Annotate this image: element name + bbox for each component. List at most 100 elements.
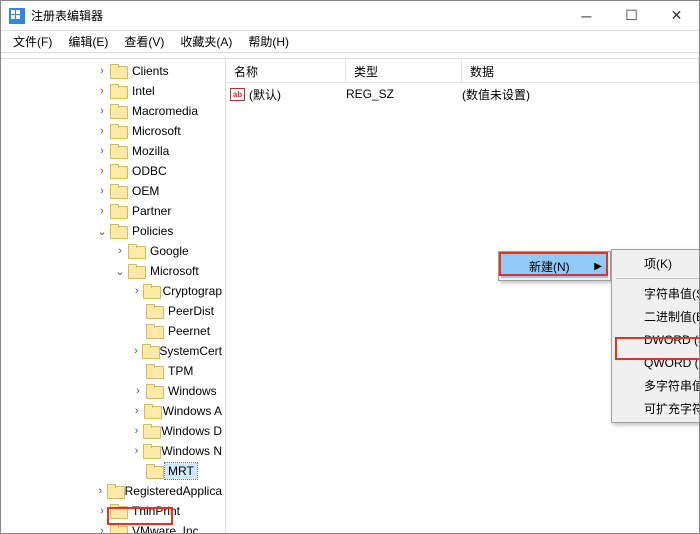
tree-node-windows-d[interactable]: › Windows D — [1, 421, 225, 441]
tree-node-peernet[interactable]: Peernet — [1, 321, 225, 341]
expand-toggle[interactable]: › — [131, 425, 142, 437]
submenu-arrow-icon: ▶ — [594, 261, 602, 272]
menuitem-key[interactable]: 项(K) — [614, 252, 699, 275]
expand-toggle[interactable]: › — [131, 385, 145, 397]
menu-favorites[interactable]: 收藏夹(A) — [174, 31, 238, 52]
folder-icon — [146, 305, 162, 318]
expand-toggle[interactable]: › — [95, 205, 109, 217]
titlebar[interactable]: 注册表编辑器 ─ ☐ ✕ — [1, 1, 699, 31]
tree-label: Peernet — [165, 323, 213, 339]
menuitem-binary[interactable]: 二进制值(B) — [614, 305, 699, 328]
expand-toggle[interactable]: ⌄ — [113, 265, 127, 278]
expand-toggle[interactable]: › — [95, 505, 109, 517]
menuitem-dword[interactable]: DWORD (32 位)值(D) — [614, 328, 699, 351]
folder-icon — [110, 165, 126, 178]
menuitem-new[interactable]: 新建(N)▶ — [501, 254, 608, 278]
menu-file[interactable]: 文件(F) — [7, 31, 58, 52]
expand-toggle[interactable]: › — [95, 165, 109, 177]
tree-node-odbc[interactable]: › ODBC — [1, 161, 225, 181]
tree-node-google[interactable]: ›Google — [1, 241, 225, 261]
tree-node-mrt[interactable]: MRT — [1, 461, 225, 481]
tree-node-peerdist[interactable]: PeerDist — [1, 301, 225, 321]
tree-label: ThinPrint — [129, 503, 183, 519]
context-menu-new: 项(K) 字符串值(S) 二进制值(B) DWORD (32 位)值(D) QW… — [611, 249, 699, 423]
folder-icon — [110, 125, 126, 138]
list-panel[interactable]: 名称 类型 数据 ab(默认) REG_SZ (数值未设置) 新建(N)▶ 项(… — [226, 59, 699, 533]
folder-icon — [110, 85, 126, 98]
close-button[interactable]: ✕ — [654, 1, 699, 30]
folder-icon — [143, 285, 156, 298]
tree-node-partner[interactable]: ›Partner — [1, 201, 225, 221]
menuitem-string[interactable]: 字符串值(S) — [614, 282, 699, 305]
expand-toggle[interactable]: › — [95, 525, 109, 533]
expand-toggle[interactable]: › — [113, 245, 127, 257]
tree-label: Microsoft — [147, 263, 202, 279]
tree-node-policies[interactable]: ⌄ Policies — [1, 221, 225, 241]
tree-node-windows-a[interactable]: ›Windows A — [1, 401, 225, 421]
expand-toggle[interactable]: › — [95, 125, 109, 137]
tree-label: Intel — [129, 83, 158, 99]
menu-separator — [616, 278, 699, 279]
app-icon — [9, 8, 25, 24]
menuitem-qword[interactable]: QWORD (64 位)值(Q) — [614, 351, 699, 374]
value-row-default[interactable]: ab(默认) REG_SZ (数值未设置) — [226, 83, 699, 105]
folder-icon — [146, 365, 162, 378]
menu-help[interactable]: 帮助(H) — [242, 31, 295, 52]
col-name[interactable]: 名称 — [226, 59, 346, 82]
folder-icon — [110, 205, 126, 218]
tree-label: MRT — [165, 463, 197, 479]
folder-icon — [143, 445, 155, 458]
folder-icon — [146, 385, 162, 398]
folder-icon — [128, 265, 144, 278]
tree-node-mozilla[interactable]: ›Mozilla — [1, 141, 225, 161]
col-type[interactable]: 类型 — [346, 59, 462, 82]
tree-node-microsoft[interactable]: ⌄ Microsoft — [1, 261, 225, 281]
tree-node-cryptograp[interactable]: ›Cryptograp — [1, 281, 225, 301]
expand-toggle[interactable]: › — [95, 65, 109, 77]
tree-node-clients[interactable]: ›Clients — [1, 61, 225, 81]
menu-view[interactable]: 查看(V) — [118, 31, 170, 52]
expand-toggle[interactable]: › — [95, 85, 109, 97]
folder-icon — [146, 325, 162, 338]
expand-toggle[interactable]: › — [131, 445, 142, 457]
tree-node-macromedia[interactable]: › Macromedia — [1, 101, 225, 121]
expand-toggle[interactable]: › — [95, 105, 109, 117]
tree-node-microsoft[interactable]: › Microsoft — [1, 121, 225, 141]
tree-node-windows[interactable]: ›Windows — [1, 381, 225, 401]
tree-label: OEM — [129, 183, 162, 199]
menuitem-expand[interactable]: 可扩充字符串值(E) — [614, 397, 699, 420]
expand-toggle[interactable]: › — [131, 285, 142, 297]
tree-node-intel[interactable]: › Intel — [1, 81, 225, 101]
expand-toggle[interactable]: › — [95, 485, 106, 497]
column-headers[interactable]: 名称 类型 数据 — [226, 59, 699, 83]
expand-toggle[interactable]: › — [95, 145, 109, 157]
col-data[interactable]: 数据 — [462, 59, 699, 82]
menu-edit[interactable]: 编辑(E) — [62, 31, 114, 52]
tree-node-systemcert[interactable]: ›SystemCert — [1, 341, 225, 361]
tree-panel[interactable]: ›Clients›Intel›Macromedia›Microsoft›Mozi… — [1, 59, 226, 533]
minimize-button[interactable]: ─ — [564, 1, 609, 30]
tree-node-thinprint[interactable]: › ThinPrint — [1, 501, 225, 521]
tree-node-windows-n[interactable]: ›Windows N — [1, 441, 225, 461]
folder-icon — [144, 405, 157, 418]
tree-label: Policies — [129, 223, 176, 239]
folder-icon — [107, 485, 119, 498]
maximize-button[interactable]: ☐ — [609, 1, 654, 30]
expand-toggle[interactable]: › — [95, 185, 109, 197]
tree-node-vmware-inc-[interactable]: ›VMware, Inc. — [1, 521, 225, 533]
string-value-icon: ab — [230, 88, 245, 101]
tree-node-tpm[interactable]: TPM — [1, 361, 225, 381]
folder-icon — [110, 525, 126, 534]
expand-toggle[interactable]: ⌄ — [95, 225, 109, 238]
tree-label: Microsoft — [129, 123, 184, 139]
expand-toggle[interactable]: › — [131, 405, 143, 417]
tree-node-registeredapplica[interactable]: › RegisteredApplica — [1, 481, 225, 501]
tree-label: ODBC — [129, 163, 170, 179]
tree-label: Windows D — [158, 423, 225, 439]
expand-toggle[interactable]: › — [131, 345, 141, 357]
tree-label: RegisteredApplica — [122, 483, 225, 499]
tree-node-oem[interactable]: › OEM — [1, 181, 225, 201]
tree-label: Macromedia — [129, 103, 201, 119]
menubar: 文件(F) 编辑(E) 查看(V) 收藏夹(A) 帮助(H) — [1, 31, 699, 53]
menuitem-multi[interactable]: 多字符串值(M) — [614, 374, 699, 397]
